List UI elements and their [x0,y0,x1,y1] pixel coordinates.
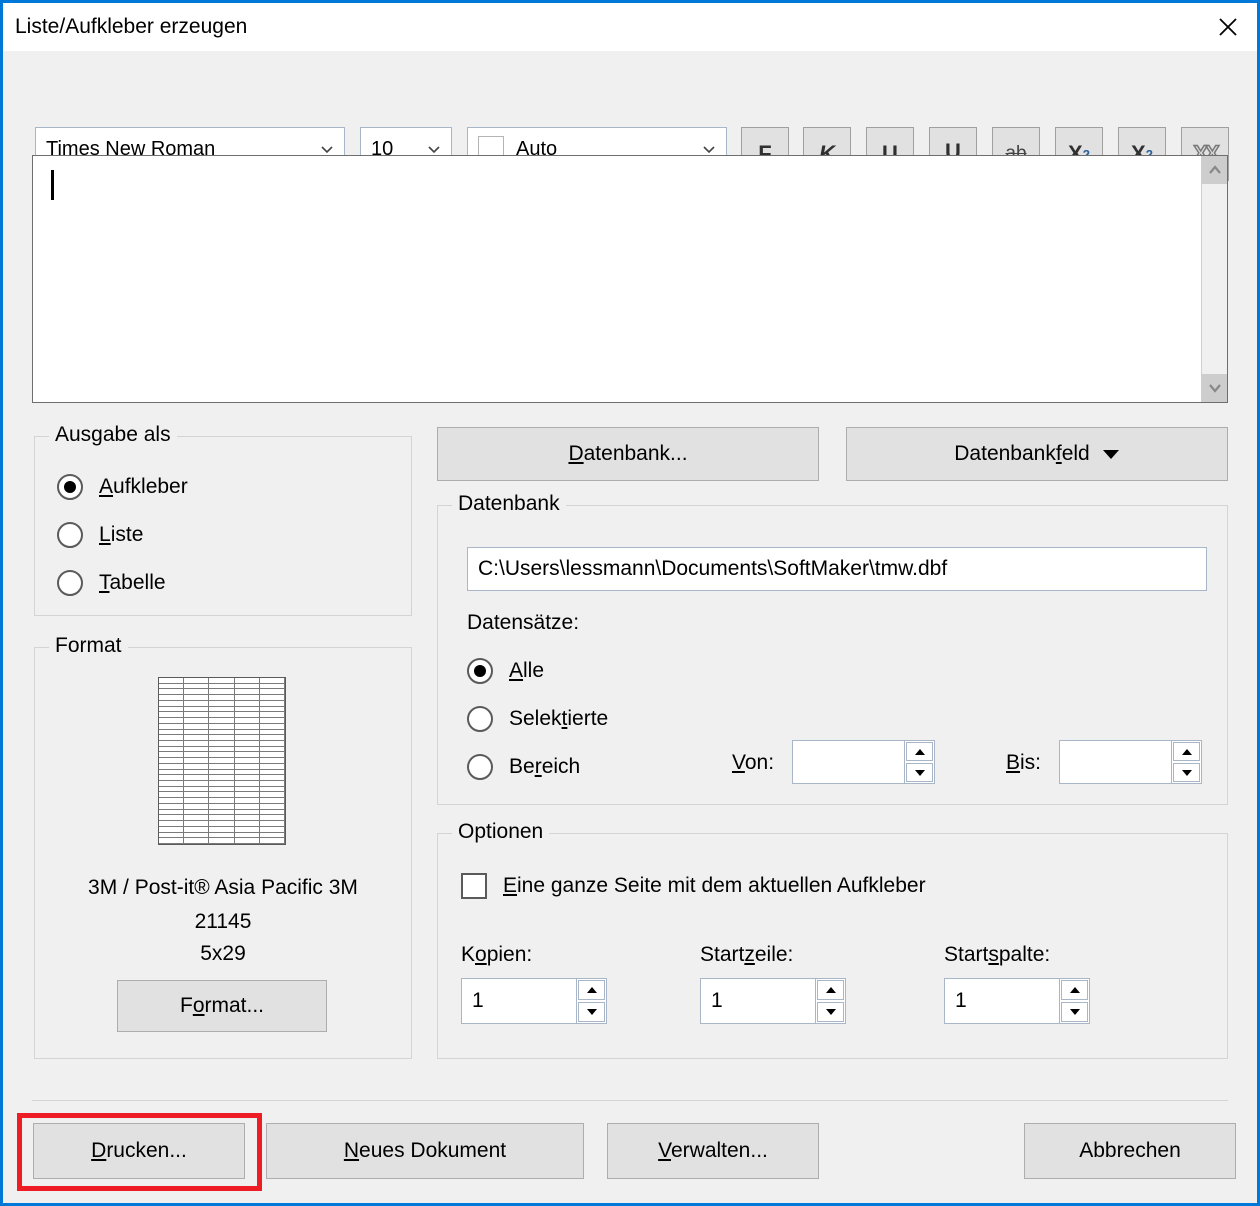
startspalte-label: Startspalte: [944,943,1051,966]
radio-liste[interactable]: Liste [57,522,143,548]
von-stepper[interactable] [792,740,935,784]
von-label: Von: [732,751,775,774]
radio-aufkleber-label: Aufkleber [99,475,188,498]
chevron-down-icon [320,142,334,156]
startzeile-stepper-buttons [815,979,845,1023]
database-field-button-label: Datenbankfeld [954,442,1090,465]
dialog-window: Liste/Aufkleber erzeugen Times New Roman… [0,0,1260,1206]
bis-stepper[interactable] [1059,740,1202,784]
stepper-down-icon[interactable] [1061,1002,1088,1022]
database-legend: Datenbank [452,492,566,516]
print-button[interactable]: Drucken... [33,1123,245,1179]
label-cell [259,838,285,844]
startspalte-stepper-buttons [1059,979,1089,1023]
stepper-down-icon[interactable] [1173,763,1200,782]
manage-button[interactable]: Verwalten... [607,1123,819,1179]
checkbox-full-page-label: Eine ganze Seite mit dem aktuellen Aufkl… [503,874,926,897]
checkbox-full-page[interactable]: Eine ganze Seite mit dem aktuellen Aufkl… [461,873,926,899]
kopien-stepper[interactable]: 1 [461,978,607,1024]
output-type-legend: Ausgabe als [49,423,177,447]
close-icon[interactable] [1205,7,1251,47]
chevron-down-icon[interactable] [1202,374,1227,402]
von-stepper-buttons [904,741,934,783]
page-title: Liste/Aufkleber erzeugen [15,15,248,38]
format-legend: Format [49,634,128,658]
scrollbar-thumb[interactable] [1202,184,1227,374]
label-cell [234,838,260,844]
startspalte-value[interactable]: 1 [945,979,1059,1023]
startzeile-value[interactable]: 1 [701,979,815,1023]
kopien-value[interactable]: 1 [462,979,576,1023]
label-cell [209,838,235,844]
label-cell [159,838,185,844]
radio-alle-label: Alle [509,659,545,682]
records-label: Datensätze: [467,611,580,634]
radio-indicator [467,754,493,780]
radio-alle[interactable]: Alle [467,658,544,684]
label-text-editor[interactable] [32,155,1228,403]
stepper-up-icon[interactable] [1061,980,1088,1000]
new-document-button[interactable]: Neues Dokument [266,1123,584,1179]
cancel-button[interactable]: Abbrechen [1024,1123,1236,1179]
radio-tabelle[interactable]: Tabelle [57,570,166,596]
bis-label: Bis: [1006,751,1042,774]
radio-bereich[interactable]: Bereich [467,754,580,780]
stepper-up-icon[interactable] [578,980,605,1000]
options-group: Optionen [437,820,1228,1059]
label-cell [184,838,210,844]
title-bar: Liste/Aufkleber erzeugen [3,3,1257,51]
startzeile-stepper[interactable]: 1 [700,978,846,1024]
database-button-label: Datenbank... [568,442,688,465]
checkbox-indicator [461,873,487,899]
stepper-up-icon[interactable] [906,742,933,761]
radio-liste-label: Liste [99,523,144,546]
radio-indicator [467,658,493,684]
editor-canvas[interactable] [33,156,1201,402]
startspalte-stepper[interactable]: 1 [944,978,1090,1024]
options-legend: Optionen [452,820,550,844]
kopien-label: Kopien: [461,943,533,966]
chevron-down-icon [702,142,716,156]
label-sheet-preview [158,677,286,845]
format-vendor-line: 3M / Post-it® Asia Pacific 3M [88,876,358,899]
radio-aufkleber[interactable]: Aufkleber [57,474,188,500]
stepper-down-icon[interactable] [578,1002,605,1022]
stepper-down-icon[interactable] [906,763,933,782]
database-path-input[interactable]: C:\Users\lessmann\Documents\SoftMaker\tm… [467,547,1207,591]
kopien-stepper-buttons [576,979,606,1023]
footer-separator [32,1100,1228,1101]
database-button[interactable]: Datenbank... [437,427,819,481]
von-value[interactable] [793,741,904,783]
chevron-up-icon[interactable] [1202,156,1227,184]
format-button[interactable]: Format... [117,980,327,1032]
bis-stepper-buttons [1171,741,1201,783]
manage-button-label: Verwalten... [658,1139,768,1162]
radio-selektierte-label: Selektierte [509,707,609,730]
stepper-up-icon[interactable] [817,980,844,1000]
new-document-button-label: Neues Dokument [343,1139,507,1162]
stepper-up-icon[interactable] [1173,742,1200,761]
radio-selektierte[interactable]: Selektierte [467,706,608,732]
radio-indicator [57,570,83,596]
stepper-down-icon[interactable] [817,1002,844,1022]
editor-scrollbar[interactable] [1201,156,1227,402]
format-button-label: Format... [179,994,265,1017]
text-caret [51,170,54,200]
chevron-down-icon [427,142,441,156]
radio-indicator [57,522,83,548]
formatting-toolbar: Times New Roman 10 Auto F K U U ab X 2 X… [3,51,1257,181]
radio-indicator [57,474,83,500]
triangle-down-icon [1102,442,1120,466]
radio-indicator [467,706,493,732]
format-code-line: 21145 [194,910,252,933]
database-field-button[interactable]: Datenbankfeld [846,427,1228,481]
radio-bereich-label: Bereich [509,755,581,778]
radio-tabelle-label: Tabelle [99,571,166,594]
bis-value[interactable] [1060,741,1171,783]
format-dimension-line: 5x29 [200,942,246,965]
startzeile-label: Startzeile: [700,943,794,966]
print-button-label: Drucken... [91,1139,187,1162]
